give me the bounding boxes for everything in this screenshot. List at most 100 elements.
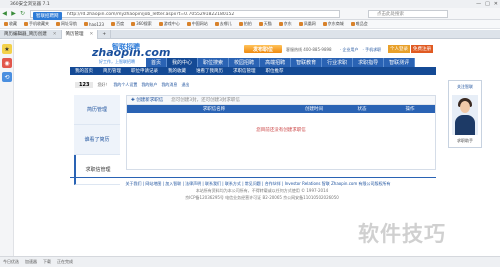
main-nav-item[interactable]: 职位搜索 [198, 58, 230, 67]
sub-nav-item[interactable]: 职位推荐 [261, 68, 289, 74]
table-header-status: 状态 [357, 107, 367, 112]
bookmarks-bar: 收藏 手机收藏夹 网址导航 hao123 百度 360搜索 游戏中心 中国网站 去哪儿 拍拍 天猫 京… [0, 20, 500, 29]
sub-nav-item[interactable]: 我的首页 [70, 68, 98, 74]
sub-nav-item[interactable]: 职位申请记录 [126, 68, 163, 74]
user-bar: 123 您好！ 我的个人设置 我的账户 我的消息 退出 [75, 82, 189, 88]
main-nav-item[interactable]: 求职指导 [353, 58, 385, 67]
status-item[interactable]: 加速器 [25, 259, 37, 265]
bookmark-label: 中国网站 [191, 21, 208, 26]
left-menu: 简历管理 谁看了简历 求职信管理 [74, 95, 120, 185]
bookmark-label: 京东 [283, 21, 292, 26]
user-link-settings[interactable]: 我的个人设置 [113, 82, 137, 88]
promo-photo [452, 95, 478, 135]
bookmark-icon [258, 22, 263, 26]
bookmark-item[interactable]: 凤凰网 [298, 21, 316, 27]
bookmark-item[interactable]: 百度 [111, 21, 124, 27]
enterprise-link[interactable]: · 企业用户 [340, 47, 359, 53]
main-nav-item[interactable]: 首页 [146, 58, 168, 67]
tab-label: 简历管理 [65, 32, 84, 37]
bookmark-label: 京东商城 [327, 21, 344, 26]
main-nav-item[interactable]: 我的中心 [167, 58, 199, 67]
back-icon[interactable]: ◀ [0, 9, 9, 18]
footer-links[interactable]: 关于我们 | 网站地图 | 加入智联 | 法律声明 | 联系我们 | 联系方式 … [93, 181, 423, 187]
promo-label: 关注智联 [457, 84, 473, 89]
left-menu-resume-management[interactable]: 简历管理 [74, 95, 120, 125]
bookmark-item[interactable]: 唯品会 [350, 21, 368, 27]
tab-resume-editor[interactable]: 简历编辑器_简历创建 ✕ [0, 29, 62, 39]
bookmark-item[interactable]: 游戏中心 [158, 21, 180, 27]
favorites-icon[interactable]: ★ [2, 44, 12, 54]
user-link-messages[interactable]: 我的消息 [161, 82, 177, 88]
bookmark-item[interactable]: hao123 [84, 22, 104, 27]
weibo-icon[interactable]: ◉ [2, 58, 12, 68]
browser-sidebar: ★ ◉ ⟲ [0, 40, 14, 256]
bookmark-icon [350, 22, 355, 26]
maximize-button[interactable]: □ [485, 1, 490, 7]
window-controls: — □ ✕ [476, 0, 498, 8]
bookmark-item[interactable]: 收藏 [4, 21, 17, 27]
user-link-account[interactable]: 我的账户 [141, 82, 157, 88]
close-icon[interactable]: ✕ [90, 32, 94, 37]
table-header: 求职信名称 创建时间 状态 操作 [127, 105, 435, 113]
browser-search-input[interactable]: 点击此处搜索 [368, 10, 448, 18]
bookmark-label: 唯品会 [355, 21, 368, 26]
minimize-button[interactable]: — [476, 1, 481, 7]
bookmark-icon [4, 22, 8, 26]
browser-title: 360安全浏览器 7.1 [10, 2, 50, 7]
new-cover-letter-label: 创建新求职信 [136, 98, 164, 103]
refresh-icon[interactable]: ↻ [18, 9, 27, 18]
personal-login-button[interactable]: 个人登录 [388, 45, 410, 53]
bookmark-item[interactable]: 拍拍 [238, 21, 252, 27]
main-nav-item[interactable]: 智联测评 [384, 58, 416, 67]
site-identity-badge[interactable]: 智联招聘网 [33, 12, 62, 20]
register-button[interactable]: 免费注册 [411, 45, 433, 53]
user-link-logout[interactable]: 退出 [181, 82, 189, 88]
main-nav-item[interactable]: 行业求职 [322, 58, 354, 67]
bookmark-item[interactable]: 京东 [278, 21, 292, 27]
bookmark-label: 拍拍 [243, 21, 252, 26]
bookmark-item[interactable]: 360搜索 [131, 21, 152, 27]
footer-copyright: 本站所有资料均为本公司所有，不得转载或以任何方式使用 © 1997-2014 [195, 188, 329, 193]
bookmark-icon [186, 22, 191, 26]
promo-name: 求职助手 [457, 138, 473, 143]
new-tab-button[interactable]: + [98, 29, 112, 39]
bookmark-label: hao123 [89, 21, 105, 27]
bookmark-label: 凤凰网 [303, 21, 316, 26]
bookmark-label: 360搜索 [136, 21, 152, 26]
new-cover-letter-button[interactable]: ✚ 创建新求职信 [131, 97, 163, 103]
sub-nav-item[interactable]: 我的收藏 [163, 68, 191, 74]
top-links: · 企业用户 · 手机求职 [340, 47, 381, 53]
bookmark-item[interactable]: 中国网站 [186, 21, 208, 27]
status-item[interactable]: 下载 [43, 259, 51, 265]
mobile-link[interactable]: · 手机求职 [363, 47, 382, 53]
bookmark-item[interactable]: 去哪儿 [214, 21, 232, 27]
left-menu-who-viewed[interactable]: 谁看了简历 [74, 125, 120, 155]
main-nav-item[interactable]: 智联教育 [291, 58, 323, 67]
bookmark-label: 游戏中心 [163, 21, 180, 26]
empty-message: 您目前还没有创建求职信 [256, 128, 306, 133]
bookmark-icon [238, 22, 243, 26]
bookmark-item[interactable]: 网址导航 [56, 21, 77, 27]
post-job-button[interactable]: 发布职位 [244, 45, 282, 53]
address-bar[interactable]: 智联招聘网 http://rd.zhaopin.com/myzhaopin/jo… [30, 10, 340, 20]
main-nav-item[interactable]: 校园招聘 [229, 58, 261, 67]
bookmark-item[interactable]: 京东商城 [322, 21, 344, 27]
bookmark-item[interactable]: 天猫 [258, 21, 272, 27]
forward-icon[interactable]: ▶ [9, 9, 18, 18]
history-icon[interactable]: ⟲ [2, 72, 12, 82]
table-header-actions: 操作 [405, 107, 415, 112]
tab-resume-management[interactable]: 简历管理 ✕ [61, 29, 99, 39]
status-item[interactable]: 今日优选 [3, 259, 19, 265]
close-icon[interactable]: ✕ [53, 32, 57, 37]
bookmark-item[interactable]: 手机收藏夹 [24, 21, 49, 27]
browser-titlebar: 360安全浏览器 7.1 — □ ✕ [0, 0, 500, 8]
sub-nav-item[interactable]: 简历管理 [98, 68, 126, 74]
sub-nav-item[interactable]: 求职信管理 [228, 68, 261, 74]
sub-nav-item[interactable]: 谁看了我简历 [191, 68, 228, 74]
main-nav-item[interactable]: 高端招聘 [260, 58, 292, 67]
bookmark-label: 手机收藏夹 [29, 21, 49, 26]
bookmark-icon [84, 22, 88, 26]
promo-card[interactable]: 关注智联 求职助手 [448, 80, 482, 148]
panel-toolbar: ✚ 创建新求职信 您可创建3封，还可创建3封求职信 [127, 96, 435, 105]
close-window-button[interactable]: ✕ [494, 1, 498, 7]
